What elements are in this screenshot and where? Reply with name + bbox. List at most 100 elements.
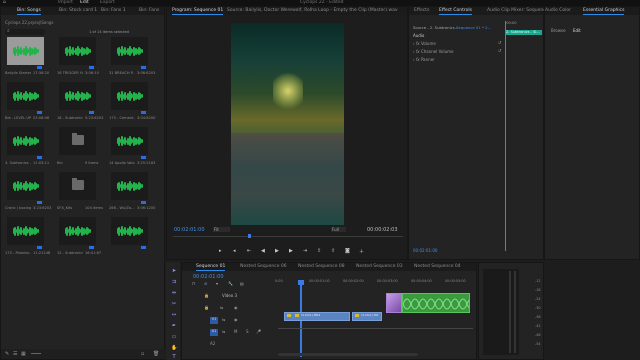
bin-folder-thumbnail[interactable]	[59, 127, 96, 155]
mark-in-icon[interactable]: ▸	[219, 248, 222, 254]
audio-clip-thumbnail[interactable]	[59, 217, 96, 249]
audio-clip-thumbnail[interactable]	[111, 37, 148, 69]
timeline-scrollbar[interactable]	[278, 353, 418, 356]
audio-clip-thumbnail[interactable]	[7, 217, 44, 249]
audio-clip-thumbnail[interactable]	[59, 82, 96, 114]
tab-browse[interactable]: Browse	[551, 28, 566, 33]
ec-row-channel-volume[interactable]: › fx Channel Volume	[413, 49, 454, 54]
ec-source[interactable]: Source - 2. Subtronics...	[413, 25, 458, 30]
microphone-icon[interactable]: 🎤	[256, 329, 261, 334]
track-select-icon[interactable]: ⇉	[171, 279, 177, 285]
tab-edit[interactable]: Edit	[573, 28, 581, 33]
lock-icon[interactable]: 🔒	[204, 293, 209, 298]
timeline-clip-v1-a[interactable]: 1120(1).MP4	[284, 312, 350, 321]
camera-icon[interactable]: ◙	[345, 248, 350, 254]
timeline-clip-v2-graphic[interactable]	[386, 293, 402, 313]
track-target-v1[interactable]: V1	[210, 317, 218, 324]
tab-bin-fans1[interactable]: Bin: Fans 1	[101, 7, 126, 15]
go-to-in-icon[interactable]: ⇤	[247, 248, 251, 254]
sync-lock-icon[interactable]: ⇆	[222, 317, 225, 322]
ripple-edit-icon[interactable]: ⇹	[171, 290, 177, 296]
extract-icon[interactable]: ⇪	[331, 248, 335, 254]
pencil-icon[interactable]: ✎	[5, 351, 9, 357]
step-back-icon[interactable]: ◀	[261, 248, 265, 254]
ec-clip-bar[interactable]: 2. Subtronics - Sl...	[506, 30, 542, 35]
bin-folder-thumbnail[interactable]	[59, 172, 96, 200]
tab-effects[interactable]: Effects	[414, 7, 429, 15]
usage-badge	[141, 66, 146, 69]
zoom-slider[interactable]	[31, 353, 41, 354]
go-to-out-icon[interactable]: ⇥	[303, 248, 307, 254]
program-timecode[interactable]: 00:02:01:00	[174, 227, 205, 233]
audio-clip-thumbnail[interactable]	[111, 127, 148, 159]
ec-row-volume[interactable]: › fx Volume	[413, 41, 436, 46]
play-icon[interactable]: ▶	[275, 248, 279, 254]
linked-selection-icon[interactable]: ⊙	[204, 281, 207, 286]
type-tool-icon[interactable]: T	[171, 354, 177, 360]
ec-playhead[interactable]	[505, 21, 506, 251]
tab-bin-stock[interactable]: Bin: Stock card 1	[59, 7, 97, 15]
tab-essential-graphics[interactable]: Essential Graphics	[583, 7, 625, 15]
tab-nested-08[interactable]: Nested Sequence 08	[298, 263, 345, 271]
tab-source[interactable]: Source: Bailylis, Doctor Werewolf, Rolha…	[227, 7, 398, 15]
step-forward-icon[interactable]: ▶	[289, 248, 293, 254]
tab-effect-controls[interactable]: Effect Controls	[439, 7, 472, 15]
tab-nested-06[interactable]: Nested Sequence 06	[240, 263, 287, 271]
sync-lock-icon[interactable]: ⇆	[220, 305, 223, 310]
tab-bin-fans[interactable]: Bin: Fans	[139, 7, 159, 15]
reset-icon[interactable]: ↺	[498, 48, 501, 53]
audio-clip-thumbnail[interactable]	[7, 127, 44, 159]
tab-audio-color[interactable]: Audio Color	[545, 7, 571, 15]
audio-clip-thumbnail[interactable]	[111, 82, 148, 114]
audio-clip-thumbnail[interactable]	[7, 82, 44, 114]
lock-icon[interactable]: 🔒	[204, 305, 209, 310]
track-target-a1[interactable]: A1	[210, 329, 218, 336]
search-input[interactable]: ⌕	[5, 28, 45, 35]
ec-row-panner[interactable]: › fx Panner	[413, 57, 435, 62]
playhead-handle[interactable]	[298, 280, 304, 285]
icon-view-icon[interactable]: ▦	[21, 351, 26, 357]
tab-nested-04[interactable]: Nested Sequence 04	[414, 263, 461, 271]
rectangle-tool-icon[interactable]: ▭	[171, 334, 177, 340]
razor-tool-icon[interactable]: ✂	[171, 301, 177, 307]
audio-clip-thumbnail[interactable]	[7, 37, 44, 69]
tab-sequence-01[interactable]: Sequence 01	[196, 263, 226, 271]
tab-program[interactable]: Program: Sequence 01	[172, 7, 224, 15]
crowd	[231, 133, 344, 225]
tab-bin-songs[interactable]: Bin: Songs	[17, 7, 41, 15]
timeline-clip-audio-nested[interactable]	[402, 293, 470, 313]
eye-icon[interactable]: ◉	[234, 317, 238, 322]
button-editor-icon[interactable]: ＋	[359, 248, 364, 255]
snap-icon[interactable]: ⊓	[192, 281, 195, 286]
quality-select[interactable]: Full	[331, 227, 346, 232]
audio-clip-thumbnail[interactable]	[7, 172, 44, 204]
trash-icon[interactable]: 🗑	[153, 351, 159, 357]
pen-tool-icon[interactable]: ✒	[171, 323, 177, 329]
timeline-timecode[interactable]: 00:02:01:00	[193, 274, 224, 280]
mute-button[interactable]: M	[234, 329, 237, 334]
solo-button[interactable]: S	[246, 329, 249, 334]
audio-clip-thumbnail[interactable]	[111, 217, 148, 249]
tab-nested-03[interactable]: Nested Sequence 03	[356, 263, 403, 271]
lift-icon[interactable]: ⇧	[317, 248, 321, 254]
monitor-scrubber[interactable]	[173, 236, 403, 237]
add-marker-icon[interactable]: ▾	[216, 281, 218, 286]
audio-clip-thumbnail[interactable]	[111, 172, 148, 204]
monitor-playhead[interactable]	[248, 234, 251, 238]
wrench-icon[interactable]: 🔧	[228, 281, 233, 286]
captions-icon[interactable]: ▤	[240, 281, 244, 286]
new-item-icon[interactable]: ▫	[141, 351, 144, 357]
time-ruler[interactable]: 0:00 00:00:01:00 00:00:02:00 00:00:03:00 00:…	[275, 279, 470, 287]
zoom-select[interactable]: Fit	[213, 227, 230, 232]
selection-tool-icon[interactable]: ➤	[171, 268, 177, 274]
timeline-clip-v1-b[interactable]: 1120(1).M4	[352, 312, 382, 321]
ec-target[interactable]: Sequence 01 * 2...	[456, 25, 491, 30]
reset-icon[interactable]: ↺	[498, 40, 501, 45]
list-view-icon[interactable]: ☰	[13, 351, 17, 357]
slip-tool-icon[interactable]: ↔	[171, 312, 177, 318]
audio-clip-thumbnail[interactable]	[59, 37, 96, 69]
hand-tool-icon[interactable]: ✋	[171, 345, 177, 351]
eye-icon[interactable]: ◉	[234, 305, 238, 310]
sync-lock-icon[interactable]: ⇆	[222, 329, 225, 334]
mark-out-icon[interactable]: ◂	[233, 248, 236, 254]
